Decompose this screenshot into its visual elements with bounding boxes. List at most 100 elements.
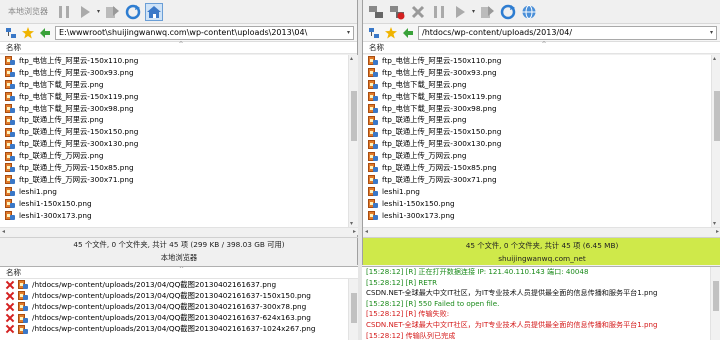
png-file-icon (5, 151, 15, 161)
file-row[interactable]: leshi1-150x150.png (363, 198, 711, 210)
file-row[interactable]: leshi1-300x173.png (0, 210, 348, 222)
scroll-thumb[interactable] (714, 91, 720, 141)
local-column-header[interactable]: 名称 ^ (0, 41, 357, 54)
png-file-icon (5, 127, 15, 137)
queue-item[interactable]: /htdocs/wp-content/uploads/2013/04/QQ截图2… (0, 324, 358, 335)
scroll-thumb[interactable] (351, 91, 357, 141)
png-file-icon (368, 151, 378, 161)
file-row[interactable]: ftp_联通上传_万网云.png (0, 150, 348, 162)
file-row[interactable]: ftp_电信下载_阿里云-150x119.png (0, 91, 348, 103)
file-name: leshi1-300x173.png (382, 211, 455, 221)
play-dropdown-icon[interactable]: ▾ (472, 8, 475, 15)
chevron-down-icon[interactable]: ▾ (347, 29, 350, 36)
scroll-left-icon[interactable]: ◂ (2, 228, 5, 235)
scroll-right-icon[interactable]: ▸ (353, 228, 356, 235)
file-row[interactable]: ftp_电信下载_阿里云-300x98.png (0, 103, 348, 115)
log-rows: [15:28:12] [R] 正在打开数据连接 IP: 121.40.110.1… (362, 267, 720, 340)
log-scrollbar[interactable] (710, 267, 720, 340)
queue-scrollbar[interactable] (348, 279, 358, 340)
connect-icon[interactable] (367, 3, 385, 21)
disconnect-icon[interactable] (388, 3, 406, 21)
local-path-bar: E:\wwwroot\shuijingwanwq.com\wp-content\… (0, 24, 357, 42)
queue-column-header[interactable]: 名称 ^ (0, 267, 358, 279)
remote-path-input[interactable]: /htdocs/wp-content/uploads/2013/04/ ▾ (418, 25, 717, 40)
file-row[interactable]: ftp_电信上传_阿里云-300x93.png (363, 67, 711, 79)
file-name: ftp_电信下载_阿里云.png (19, 79, 104, 89)
file-row[interactable]: ftp_电信上传_阿里云-150x110.png (0, 55, 348, 67)
remote-column-header[interactable]: 名称 ^ (363, 41, 720, 54)
back-icon[interactable] (401, 26, 415, 40)
transfer-icon[interactable] (103, 3, 121, 21)
queue-item[interactable]: /htdocs/wp-content/uploads/2013/04/QQ截图2… (0, 279, 358, 290)
png-file-icon (5, 68, 15, 78)
sort-arrow-icon: ^ (179, 266, 185, 273)
file-row[interactable]: leshi1.png (363, 186, 711, 198)
file-row[interactable]: ftp_联通上传_阿里云-300x130.png (0, 138, 348, 150)
transfer-icon[interactable] (478, 3, 496, 21)
pause-icon[interactable] (430, 3, 448, 21)
queue-item[interactable]: /htdocs/wp-content/uploads/2013/04/QQ截图2… (0, 301, 358, 312)
file-row[interactable]: ftp_电信下载_阿里云-150x119.png (363, 91, 711, 103)
file-row[interactable]: ftp_联通上传_万网云-300x71.png (363, 174, 711, 186)
chevron-down-icon[interactable]: ▾ (710, 29, 713, 36)
refresh-icon[interactable] (499, 3, 517, 21)
file-row[interactable]: ftp_电信下载_阿里云-300x98.png (363, 103, 711, 115)
scroll-thumb[interactable] (713, 281, 719, 311)
file-name: leshi1.png (19, 187, 57, 197)
local-browser-button[interactable]: 本地浏览器 (4, 6, 52, 17)
play-dropdown-icon[interactable]: ▾ (97, 8, 100, 15)
file-row[interactable]: ftp_联通上传_阿里云.png (363, 114, 711, 126)
refresh-icon[interactable] (124, 3, 142, 21)
local-path-input[interactable]: E:\wwwroot\shuijingwanwq.com\wp-content\… (55, 25, 354, 40)
scroll-up-icon[interactable]: ▴ (713, 55, 716, 62)
network-icon[interactable] (4, 26, 18, 40)
home-icon[interactable] (145, 2, 164, 21)
png-file-icon (368, 187, 378, 197)
scroll-left-icon[interactable]: ◂ (365, 228, 368, 235)
file-name: ftp_联通上传_阿里云.png (19, 115, 104, 125)
scroll-down-icon[interactable]: ▾ (713, 220, 716, 227)
file-row[interactable]: leshi1-300x173.png (363, 210, 711, 222)
stop-icon[interactable] (409, 3, 427, 21)
back-icon[interactable] (38, 26, 52, 40)
file-row[interactable]: ftp_联通上传_阿里云-150x150.png (363, 126, 711, 138)
network-icon[interactable] (367, 26, 381, 40)
file-row[interactable]: ftp_电信上传_阿里云-150x110.png (363, 55, 711, 67)
file-row[interactable]: ftp_联通上传_阿里云-300x130.png (363, 138, 711, 150)
local-vertical-scrollbar[interactable]: ▴ ▾ (348, 55, 358, 227)
png-file-icon (18, 302, 28, 312)
file-row[interactable]: ftp_联通上传_万网云-300x71.png (0, 174, 348, 186)
scroll-up-icon[interactable]: ▴ (350, 55, 353, 62)
file-row[interactable]: leshi1.png (0, 186, 348, 198)
file-name: ftp_电信下载_阿里云-300x98.png (19, 103, 134, 113)
scroll-down-icon[interactable]: ▾ (350, 220, 353, 227)
png-file-icon (5, 104, 15, 113)
file-row[interactable]: ftp_联通上传_万网云.png (363, 150, 711, 162)
queue-item[interactable]: /htdocs/wp-content/uploads/2013/04/QQ截图2… (0, 313, 358, 324)
name-column-label: 名称 (6, 43, 21, 52)
play-icon[interactable] (76, 3, 94, 21)
file-row[interactable]: leshi1-150x150.png (0, 198, 348, 210)
remote-vertical-scrollbar[interactable]: ▴ ▾ (711, 55, 720, 227)
globe-icon[interactable] (520, 3, 538, 21)
file-row[interactable]: ftp_电信下载_阿里云.png (363, 79, 711, 91)
error-x-icon (6, 303, 14, 311)
local-horizontal-scrollbar[interactable]: ◂ ▸ (0, 227, 358, 235)
file-name: ftp_电信上传_阿里云-150x110.png (19, 55, 139, 65)
file-row[interactable]: ftp_联通上传_阿里云.png (0, 114, 348, 126)
scroll-right-icon[interactable]: ▸ (716, 228, 719, 235)
star-icon[interactable] (384, 26, 398, 40)
file-row[interactable]: ftp_联通上传_万网云-150x85.png (0, 162, 348, 174)
file-row[interactable]: ftp_电信下载_阿里云.png (0, 79, 348, 91)
play-icon[interactable] (451, 3, 469, 21)
star-icon[interactable] (21, 26, 35, 40)
scroll-thumb[interactable] (351, 293, 357, 323)
local-status-bar: 45 个文件, 0 个文件夹, 共计 45 项 (299 KB / 398.03… (0, 237, 358, 265)
file-row[interactable]: ftp_电信上传_阿里云-300x93.png (0, 67, 348, 79)
remote-horizontal-scrollbar[interactable]: ◂ ▸ (363, 227, 720, 235)
file-row[interactable]: ftp_联通上传_万网云-150x85.png (363, 162, 711, 174)
queue-item[interactable]: /htdocs/wp-content/uploads/2013/04/QQ截图2… (0, 290, 358, 301)
file-row[interactable]: ftp_联通上传_阿里云-150x150.png (0, 126, 348, 138)
local-status-label: 本地浏览器 (160, 253, 198, 262)
pause-icon[interactable] (55, 3, 73, 21)
